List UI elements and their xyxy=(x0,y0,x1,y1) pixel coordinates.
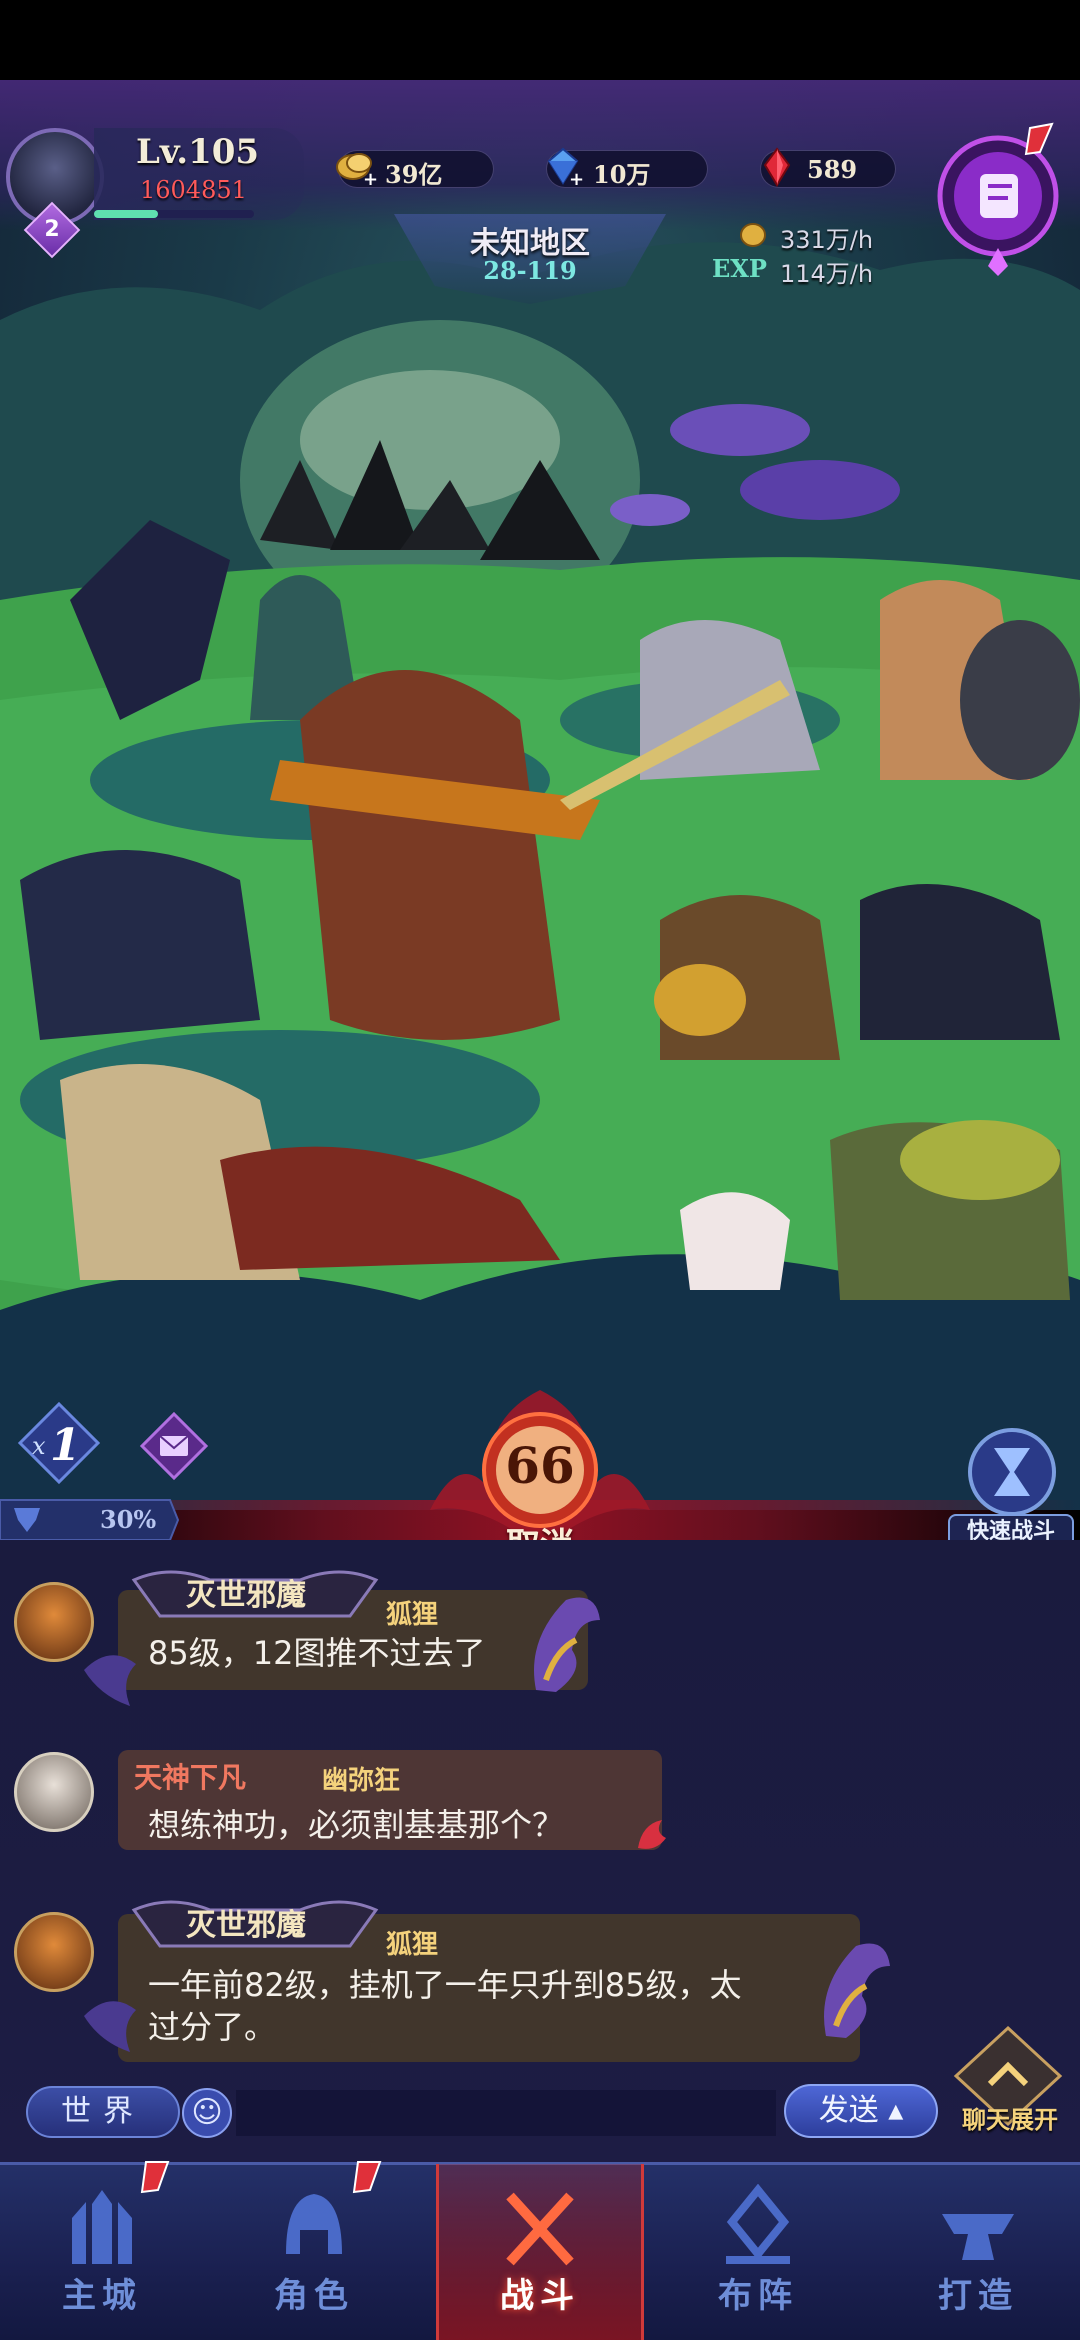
emoji-button[interactable]: ☺ xyxy=(182,2088,232,2138)
player-level: Lv.105 xyxy=(136,132,260,172)
speed-prefix: x xyxy=(32,1432,46,1460)
anvil-icon xyxy=(942,2214,1014,2260)
ruby-amount: 589 xyxy=(807,155,858,184)
nav-label: 角色 xyxy=(274,2276,354,2316)
chat-message: 灭世邪魔 狐狸 85级，12图推不过去了 xyxy=(0,1560,1080,1710)
send-button[interactable]: 发送 ▴ xyxy=(784,2084,938,2138)
chat-text-line: 一年前82级，挂机了一年只升到85级，太 xyxy=(148,1966,742,2004)
chat-text-line: 过分了。 xyxy=(148,2008,277,2046)
nav-label: 主城 xyxy=(62,2276,142,2316)
diamond-counter[interactable]: + 10万 xyxy=(546,147,708,189)
dragon-claw-icon xyxy=(824,1943,890,2038)
flame-ornament-icon xyxy=(638,1820,666,1849)
battle-speed-button[interactable]: x 1 xyxy=(16,1400,102,1486)
player-exp-fill xyxy=(94,210,158,218)
chat-message: 灭世邪魔 狐狸 一年前82级，挂机了一年只升到85级，太 过分了。 xyxy=(0,1890,1080,2070)
smiley-icon: ☺ xyxy=(191,2095,223,2130)
nav-item-craft[interactable]: 打造 xyxy=(878,2170,1078,2334)
arrow-up-icon: ▴ xyxy=(888,2093,904,2128)
dragon-wing-icon xyxy=(84,2001,136,2052)
nav-item-main-city[interactable]: 主城 xyxy=(2,2170,202,2334)
nav-label: 打造 xyxy=(938,2276,1018,2316)
formation-icon xyxy=(726,2184,790,2264)
countdown-value: 66 xyxy=(505,1436,575,1495)
dragon-claw-icon xyxy=(534,1597,600,1692)
nav-label: 布阵 xyxy=(718,2276,798,2316)
gold-rate-icon xyxy=(740,223,766,247)
gold-coins-icon: + xyxy=(336,153,377,189)
castle-icon xyxy=(72,2190,132,2264)
alert-flag-icon xyxy=(140,2161,170,2194)
svg-text:+: + xyxy=(569,169,584,189)
ruby-gem-icon xyxy=(763,147,791,187)
quest-alert-flag xyxy=(1024,122,1054,156)
gold-amount: 39亿 xyxy=(385,160,443,189)
chat-input[interactable] xyxy=(236,2090,776,2136)
chat-avatar[interactable] xyxy=(14,1912,94,1992)
chat-channel-button[interactable]: 世界 xyxy=(26,2086,180,2138)
area-stage: 28-119 xyxy=(483,256,577,285)
helmet-icon xyxy=(286,2194,342,2254)
alert-flag-icon xyxy=(352,2161,382,2194)
chat-expand-label: 聊天展开 xyxy=(962,2106,1058,2134)
exp-rate: 114万/h xyxy=(780,260,874,288)
send-label: 发送 xyxy=(818,2093,879,2128)
nav-item-battle[interactable]: 战斗 xyxy=(440,2170,640,2334)
player-power: 1604851 xyxy=(140,176,247,204)
crossed-swords-icon xyxy=(506,2192,574,2266)
chat-username[interactable]: 狐狸 xyxy=(386,1924,438,1961)
chat-username[interactable]: 狐狸 xyxy=(386,1594,438,1631)
nav-item-character[interactable]: 角色 xyxy=(214,2170,414,2334)
speed-value: 1 xyxy=(50,1420,81,1471)
mail-button[interactable] xyxy=(140,1412,208,1480)
gold-rate: 331万/h xyxy=(780,226,874,254)
diamond-icon: + xyxy=(547,147,584,189)
chat-title: 天神下凡 xyxy=(134,1761,247,1794)
status-bar xyxy=(0,0,1080,80)
buff-percent: 30% xyxy=(100,1505,157,1534)
player-exp-bar xyxy=(94,210,254,218)
ruby-counter[interactable]: 589 xyxy=(760,147,896,188)
chat-avatar[interactable] xyxy=(14,1752,94,1832)
chat-title: 灭世邪魔 xyxy=(186,1578,306,1613)
chat-message: 天神下凡 幽弥狂 想练神功，必须割基基那个？ xyxy=(0,1730,1080,1860)
chat-text: 85级，12图推不过去了 xyxy=(148,1634,486,1672)
chat-text: 想练神功，必须割基基那个？ xyxy=(148,1806,565,1844)
diamond-amount: 10万 xyxy=(593,160,651,189)
exp-rate-label: EXP xyxy=(712,254,767,283)
gold-counter[interactable]: + 39亿 xyxy=(336,150,494,189)
svg-text:+: + xyxy=(363,169,377,189)
nav-item-formation[interactable]: 布阵 xyxy=(658,2170,858,2334)
chat-username[interactable]: 幽弥狂 xyxy=(322,1760,400,1797)
quest-scroll-button[interactable] xyxy=(932,118,1068,278)
dragon-wing-icon xyxy=(84,1655,136,1706)
chat-title: 灭世邪魔 xyxy=(186,1908,306,1943)
nav-label: 战斗 xyxy=(500,2276,580,2316)
